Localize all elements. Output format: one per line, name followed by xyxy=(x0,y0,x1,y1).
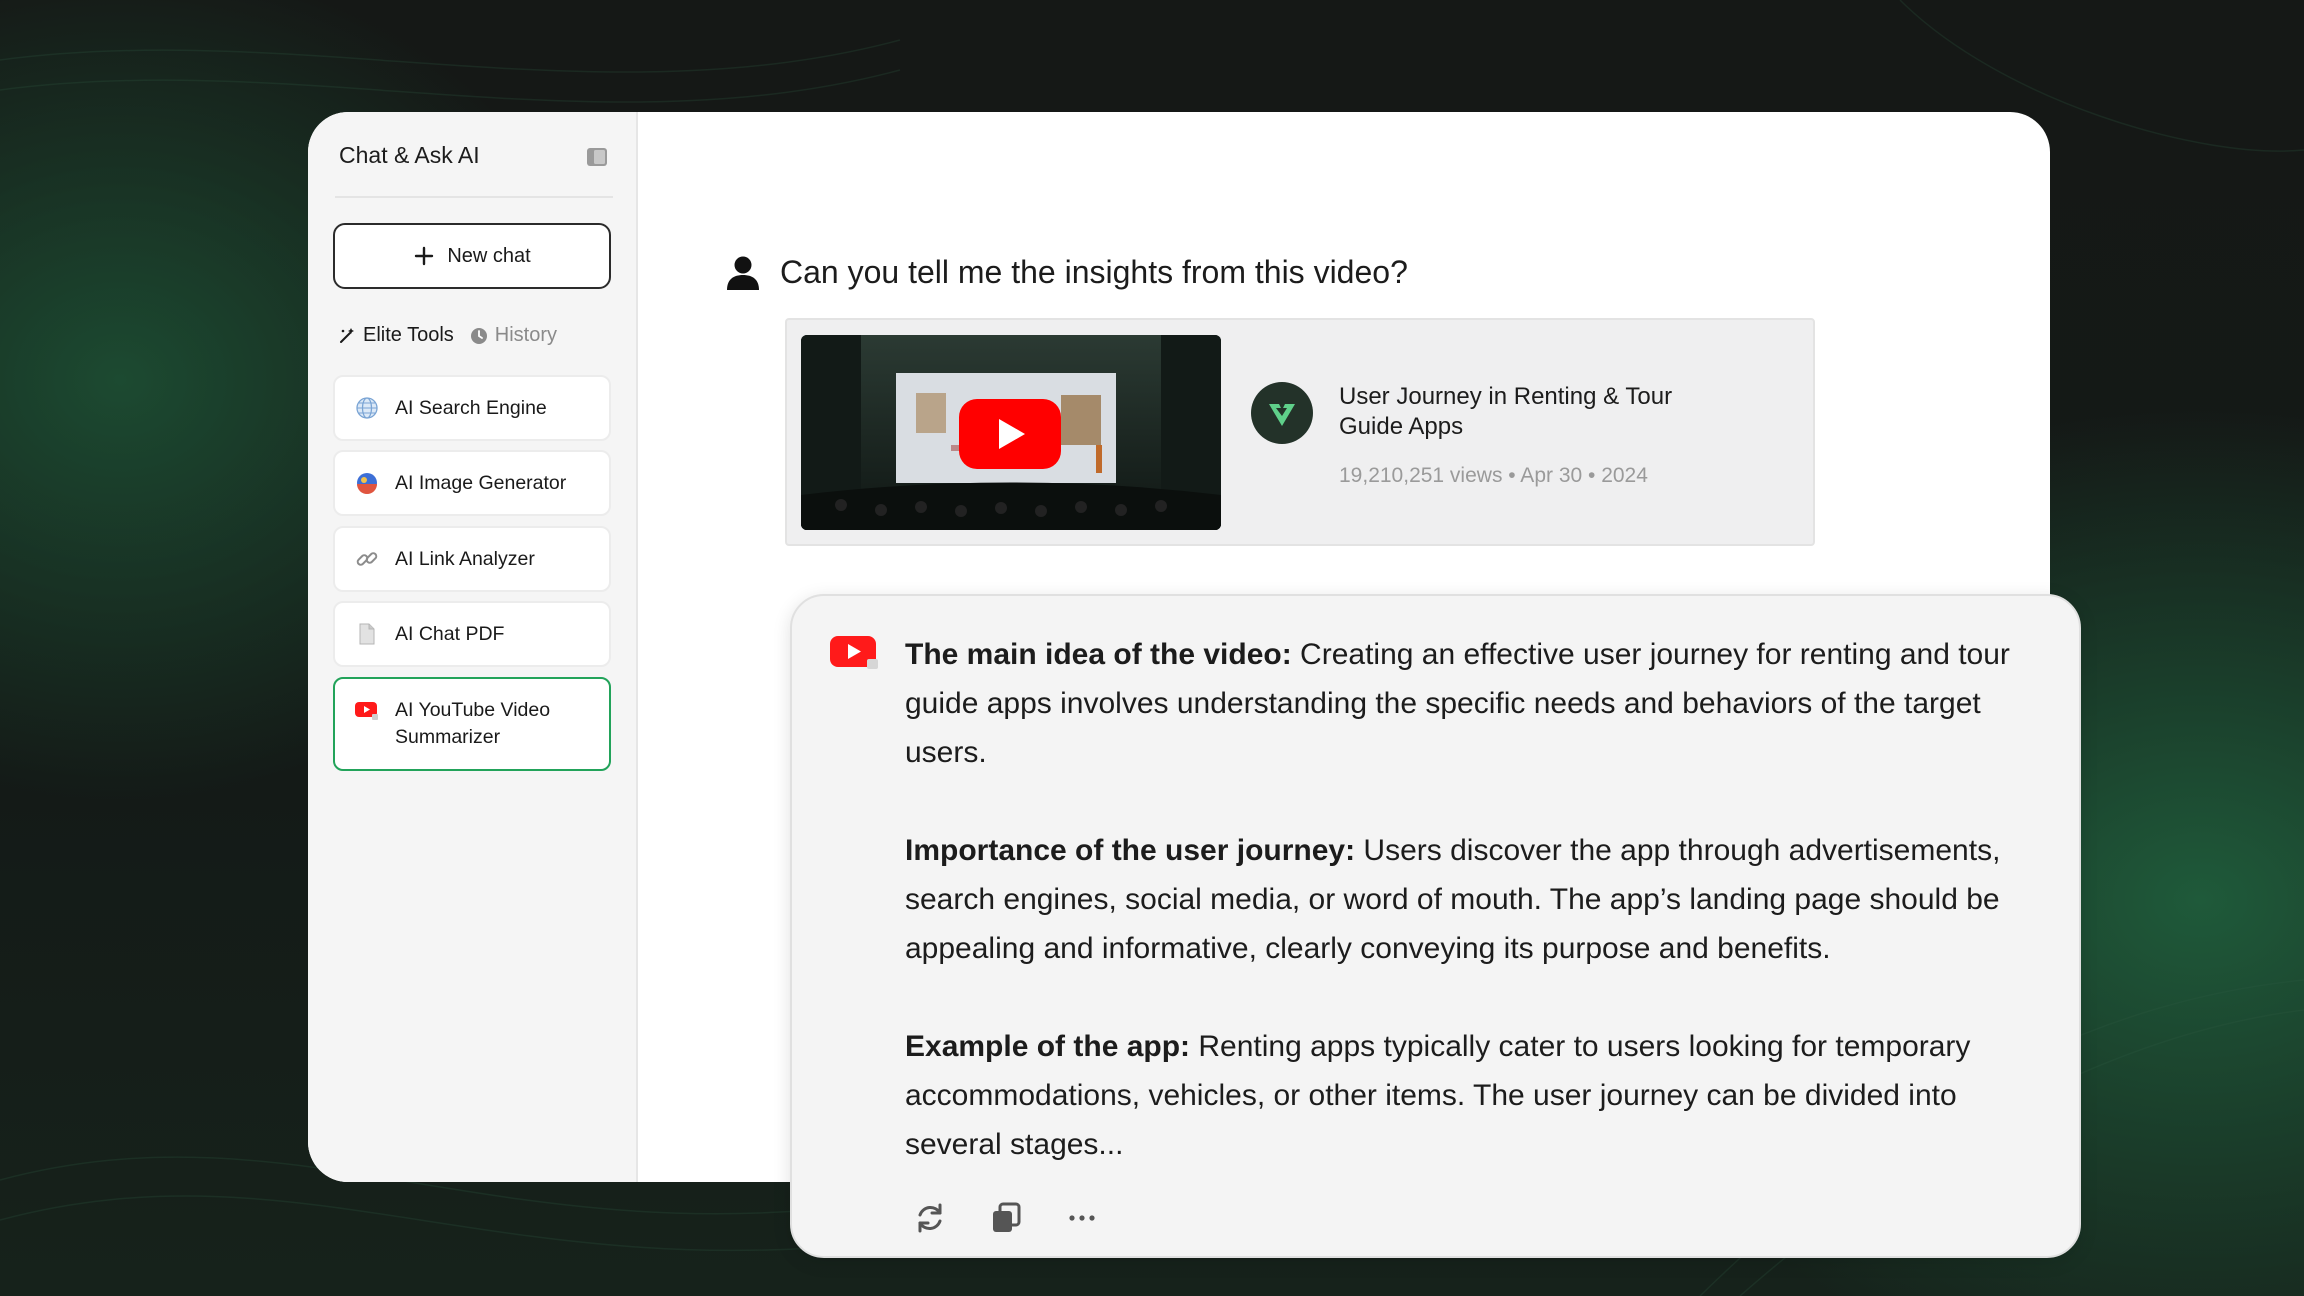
user-message: Can you tell me the insights from this v… xyxy=(726,254,1408,291)
more-icon xyxy=(1069,1215,1095,1221)
user-question-text: Can you tell me the insights from this v… xyxy=(780,254,1408,290)
new-chat-button[interactable]: New chat xyxy=(333,223,611,289)
tool-ai-youtube-video-summarizer[interactable]: AI YouTube Video Summarizer xyxy=(333,677,611,771)
copy-icon xyxy=(993,1202,1021,1232)
answer-paragraph: Example of the app: Renting apps typical… xyxy=(905,1022,2025,1169)
copy-button[interactable] xyxy=(988,1200,1024,1236)
answer-heading: Importance of the user journey: xyxy=(905,834,1356,867)
answer-heading: Example of the app: xyxy=(905,1030,1191,1063)
youtube-icon xyxy=(830,636,878,669)
tool-ai-image-generator[interactable]: AI Image Generator xyxy=(333,450,611,516)
answer-actions xyxy=(912,1200,1100,1236)
youtube-icon xyxy=(355,699,379,723)
video-thumbnail[interactable] xyxy=(801,335,1221,530)
document-icon xyxy=(355,622,379,646)
tab-elite-tools[interactable]: Elite Tools xyxy=(338,324,454,347)
tool-label: AI YouTube Video Summarizer xyxy=(395,699,551,748)
app-title: Chat & Ask AI xyxy=(339,142,480,168)
channel-logo xyxy=(1251,382,1313,444)
globe-icon xyxy=(355,396,379,420)
regenerate-button[interactable] xyxy=(912,1200,948,1236)
sidebar-divider xyxy=(335,196,613,198)
regenerate-icon xyxy=(918,1203,942,1233)
answer-paragraph: Importance of the user journey: Users di… xyxy=(905,826,2025,973)
new-chat-label: New chat xyxy=(447,244,531,267)
answer-heading: The main idea of the video: xyxy=(905,638,1292,671)
tab-elite-tools-label: Elite Tools xyxy=(363,324,454,346)
tab-history-label: History xyxy=(494,324,558,346)
video-title[interactable]: User Journey in Renting & Tour Guide App… xyxy=(1339,382,1699,442)
tool-ai-search-engine[interactable]: AI Search Engine xyxy=(333,375,611,441)
plus-icon xyxy=(415,246,434,266)
play-button-icon[interactable] xyxy=(959,399,1061,469)
link-icon xyxy=(355,547,379,571)
sidebar: Chat & Ask AI New chat Elite Tools Histo… xyxy=(308,112,638,1182)
sidebar-tabs: Elite Tools History xyxy=(338,324,557,347)
tool-ai-link-analyzer[interactable]: AI Link Analyzer xyxy=(333,526,611,592)
tool-label: AI Link Analyzer xyxy=(395,547,535,570)
ai-answer-card: The main idea of the video: Creating an … xyxy=(790,594,2081,1258)
tool-ai-chat-pdf[interactable]: AI Chat PDF xyxy=(333,601,611,667)
channel-logo-icon xyxy=(1269,404,1295,426)
user-avatar-icon xyxy=(727,256,759,290)
tool-label: AI Chat PDF xyxy=(395,622,505,645)
image-generator-icon xyxy=(355,471,379,495)
tab-history[interactable]: History xyxy=(470,324,557,347)
video-meta: 19,210,251 views • Apr 30 • 2024 xyxy=(1339,464,1648,487)
tool-label: AI Image Generator xyxy=(395,471,567,494)
answer-paragraph: The main idea of the video: Creating an … xyxy=(905,630,2025,777)
video-card[interactable]: User Journey in Renting & Tour Guide App… xyxy=(785,318,1815,546)
tool-label: AI Search Engine xyxy=(395,396,547,419)
sidebar-toggle-icon[interactable] xyxy=(586,147,608,167)
more-options-button[interactable] xyxy=(1064,1200,1100,1236)
clock-icon xyxy=(470,327,487,344)
magic-wand-icon xyxy=(340,327,354,343)
answer-text: The main idea of the video: Creating an … xyxy=(905,630,2025,1169)
